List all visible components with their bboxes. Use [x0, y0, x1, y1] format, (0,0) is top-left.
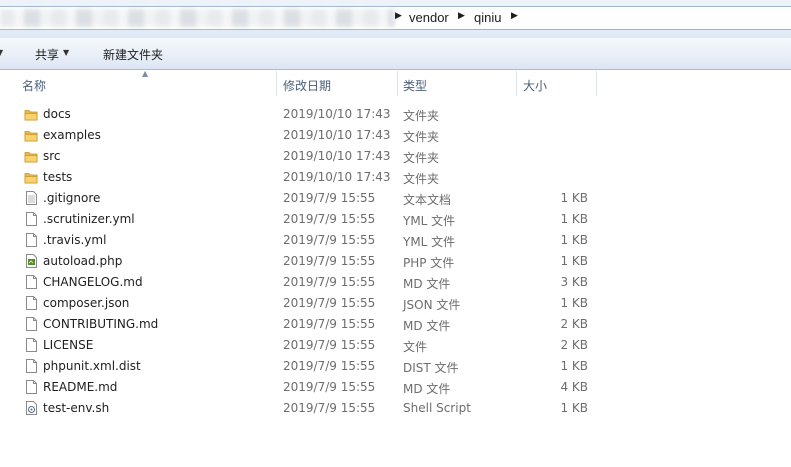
column-divider[interactable]	[397, 71, 398, 96]
file-type: 文件夹	[403, 172, 440, 186]
column-header-name[interactable]: 名称	[22, 77, 46, 94]
column-divider[interactable]	[516, 71, 517, 96]
file-type: 文件夹	[403, 109, 440, 123]
file-type: JSON 文件	[403, 298, 461, 312]
file-modified: 2019/7/9 15:55	[283, 359, 376, 373]
file-size: 1 KB	[560, 254, 588, 268]
file-type: 文件夹	[403, 130, 440, 144]
file-modified: 2019/7/9 15:55	[283, 212, 376, 226]
file-modified: 2019/7/9 15:55	[283, 380, 376, 394]
file-size: 1 KB	[560, 233, 588, 247]
file-type: 文件夹	[403, 151, 440, 165]
file-modified: 2019/10/10 17:43	[283, 170, 391, 184]
file-name: CHANGELOG.md	[43, 275, 143, 289]
file-name: README.md	[43, 380, 118, 394]
address-bar: ▶ vendor ▶ qiniu ▶	[0, 0, 791, 38]
file-name: CONTRIBUTING.md	[43, 317, 159, 331]
file-row[interactable]: docs 2019/10/10 17:43 文件夹	[0, 104, 791, 125]
column-header-row: ▲ 名称 修改日期 类型 大小	[0, 69, 791, 96]
breadcrumb-separator-icon[interactable]: ▶	[458, 11, 465, 21]
sort-ascending-icon: ▲	[142, 69, 149, 78]
file-size: 1 KB	[560, 296, 588, 310]
file-row[interactable]: .scrutinizer.yml 2019/7/9 15:55 YML 文件 1 KB	[0, 209, 791, 230]
file-name: test-env.sh	[43, 401, 110, 415]
file-name: LICENSE	[43, 338, 94, 352]
file-modified: 2019/7/9 15:55	[283, 296, 376, 310]
file-name: examples	[43, 128, 101, 142]
breadcrumb-qiniu[interactable]: qiniu	[474, 10, 501, 25]
new-folder-button[interactable]: 新建文件夹	[103, 46, 163, 63]
file-row[interactable]: test-env.sh 2019/7/9 15:55 Shell Script 1 K…	[0, 398, 791, 419]
file-modified: 2019/10/10 17:43	[283, 149, 391, 163]
file-type: Shell Script	[403, 401, 471, 415]
breadcrumb-separator-icon[interactable]: ▶	[511, 11, 518, 21]
file-row[interactable]: tests 2019/10/10 17:43 文件夹	[0, 167, 791, 188]
file-list: docs 2019/10/10 17:43 文件夹 examples 2019/10/…	[0, 104, 791, 419]
breadcrumb-vendor[interactable]: vendor	[409, 10, 449, 25]
file-size: 2 KB	[560, 317, 588, 331]
file-type: MD 文件	[403, 277, 451, 291]
file-name: .gitignore	[43, 191, 101, 205]
file-size: 2 KB	[560, 338, 588, 352]
file-size: 4 KB	[560, 380, 588, 394]
file-modified: 2019/7/9 15:55	[283, 254, 376, 268]
file-type: DIST 文件	[403, 361, 459, 375]
file-name: src	[43, 149, 61, 163]
file-modified: 2019/7/9 15:55	[283, 317, 376, 331]
file-row[interactable]: .gitignore 2019/7/9 15:55 文本文档 1 KB	[0, 188, 791, 209]
file-name: phpunit.xml.dist	[43, 359, 141, 373]
share-button[interactable]: 共享	[35, 46, 59, 63]
column-header-modified[interactable]: 修改日期	[283, 77, 331, 94]
file-modified: 2019/10/10 17:43	[283, 128, 391, 142]
file-name: .scrutinizer.yml	[43, 212, 135, 226]
file-row[interactable]: phpunit.xml.dist 2019/7/9 15:55 DIST 文件 1 K…	[0, 356, 791, 377]
file-row[interactable]: README.md 2019/7/9 15:55 MD 文件 4 KB	[0, 377, 791, 398]
file-modified: 2019/7/9 15:55	[283, 338, 376, 352]
file-type: YML 文件	[403, 214, 456, 228]
file-modified: 2019/7/9 15:55	[283, 401, 376, 415]
column-header-size[interactable]: 大小	[523, 77, 547, 94]
chevron-down-icon[interactable]: ▼	[0, 48, 3, 57]
column-header-type[interactable]: 类型	[403, 77, 427, 94]
file-row[interactable]: src 2019/10/10 17:43 文件夹	[0, 146, 791, 167]
file-modified: 2019/7/9 15:55	[283, 233, 376, 247]
file-name: tests	[43, 170, 73, 184]
chevron-down-icon[interactable]: ▼	[63, 48, 69, 57]
breadcrumb-separator-icon[interactable]: ▶	[395, 11, 402, 21]
file-size: 3 KB	[560, 275, 588, 289]
file-row[interactable]: composer.json 2019/7/9 15:55 JSON 文件 1 KB	[0, 293, 791, 314]
file-row[interactable]: examples 2019/10/10 17:43 文件夹	[0, 125, 791, 146]
file-size: 1 KB	[560, 359, 588, 373]
file-type: YML 文件	[403, 235, 456, 249]
file-name: composer.json	[43, 296, 130, 310]
file-size: 1 KB	[560, 191, 588, 205]
command-toolbar: ▼ 共享 ▼ 新建文件夹	[0, 38, 791, 70]
file-name: autoload.php	[43, 254, 123, 268]
file-row[interactable]: LICENSE 2019/7/9 15:55 文件 2 KB	[0, 335, 791, 356]
file-type: PHP 文件	[403, 256, 455, 270]
file-modified: 2019/7/9 15:55	[283, 275, 376, 289]
file-row[interactable]: CONTRIBUTING.md 2019/7/9 15:55 MD 文件 2 KB	[0, 314, 791, 335]
file-type: 文件	[403, 340, 428, 354]
file-size: 1 KB	[560, 212, 588, 226]
file-size: 1 KB	[560, 401, 588, 415]
blurred-path-segment	[0, 9, 395, 27]
file-type: MD 文件	[403, 319, 451, 333]
file-row[interactable]: .travis.yml 2019/7/9 15:55 YML 文件 1 KB	[0, 230, 791, 251]
column-divider[interactable]	[596, 71, 597, 96]
file-type: 文本文档	[403, 193, 452, 207]
file-modified: 2019/10/10 17:43	[283, 107, 391, 121]
file-row[interactable]: CHANGELOG.md 2019/7/9 15:55 MD 文件 3 KB	[0, 272, 791, 293]
file-row[interactable]: autoload.php 2019/7/9 15:55 PHP 文件 1 KB	[0, 251, 791, 272]
file-name: .travis.yml	[43, 233, 107, 247]
file-name: docs	[43, 107, 71, 121]
file-modified: 2019/7/9 15:55	[283, 191, 376, 205]
address-path-box[interactable]: ▶ vendor ▶ qiniu ▶	[0, 6, 791, 30]
file-type: MD 文件	[403, 382, 451, 396]
column-divider[interactable]	[276, 71, 277, 96]
